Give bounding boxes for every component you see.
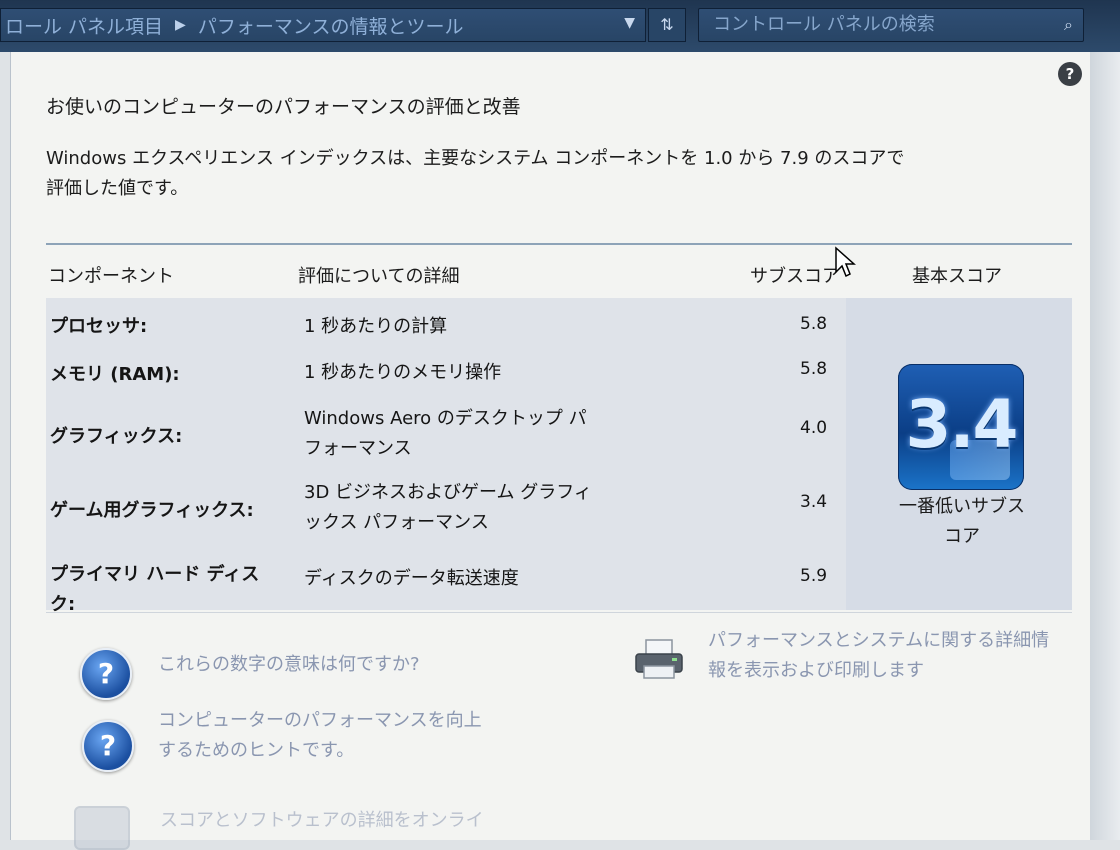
link-performance-tips[interactable]: コンピューターのパフォーマンスを向上 するためのヒントです。 [158,706,482,766]
description-line: Windows エクスペリエンス インデックスは、主要なシステム コンポーネント… [46,148,905,169]
row-score-processor: 5.8 [800,314,828,334]
column-header-detail: 評価についての詳細 [298,266,460,287]
link-what-do-numbers-mean[interactable]: これらの数字の意味は何ですか? [158,650,420,680]
base-score-caption: 一番低いサブス コア [884,492,1040,552]
row-score-memory: 5.8 [800,359,828,379]
page-description: Windows エクスペリエンス インデックスは、主要なシステム コンポーネント… [46,144,1026,204]
row-score-hard-disk: 5.9 [800,566,828,586]
row-label-memory: メモリ (RAM): [50,364,180,385]
row-label-hard-disk: プライマリ ハード ディス ク: [50,560,259,620]
row-detail-hard-disk: ディスクのデータ転送速度 [304,568,519,589]
description-line: 評価した値です。 [46,178,189,199]
breadcrumb[interactable]: ロール パネル項目 ▶ パフォーマンスの情報とツール ▼ [0,8,646,42]
row-detail-line: 3D ビジネスおよびゲーム グラフィ [304,482,592,503]
page-title: お使いのコンピューターのパフォーマンスの評価と改善 [46,96,521,118]
breadcrumb-separator-icon: ▶ [175,17,186,33]
column-header-subscore: サブスコア [750,266,840,287]
link-line: 報を表示および印刷します [708,660,924,681]
refresh-icon: ⇅ [660,15,674,34]
row-detail-memory: 1 秒あたりのメモリ操作 [304,362,502,383]
row-detail-line: Windows Aero のデスクトップ パ [304,408,587,429]
row-label-line: プライマリ ハード ディス [50,564,260,585]
search-input[interactable]: コントロール パネルの検索 ⌕ [698,8,1084,42]
chevron-down-icon[interactable]: ▼ [624,15,635,31]
row-label-line: ク: [50,594,76,615]
printer-icon[interactable] [632,636,686,684]
help-icon[interactable]: ? [1058,62,1082,86]
row-label-graphics: グラフィックス: [50,426,183,447]
window-edge [1090,52,1120,840]
header-divider [46,243,1072,245]
address-bar: ロール パネル項目 ▶ パフォーマンスの情報とツール ▼ ⇅ コントロール パネ… [0,0,1120,52]
row-detail-line: フォーマンス [304,438,412,459]
base-score-tile: 3.4 [898,364,1024,490]
search-icon[interactable]: ⌕ [1064,9,1073,41]
row-detail-gaming-graphics: 3D ビジネスおよびゲーム グラフィ ックス パフォーマンス [304,478,634,538]
breadcrumb-item-performance[interactable]: パフォーマンスの情報とツール [198,12,464,39]
base-score-caption-line: コア [944,526,980,547]
link-scores-software-online[interactable]: スコアとソフトウェアの詳細をオンライ [160,806,484,836]
refresh-button[interactable]: ⇅ [648,8,686,42]
row-label-processor: プロセッサ: [50,316,148,337]
row-detail-processor: 1 秒あたりの計算 [304,316,448,337]
search-placeholder: コントロール パネルの検索 [713,14,935,35]
link-line: するためのヒントです。 [158,740,355,761]
link-line: コンピューターのパフォーマンスを向上 [158,710,482,731]
mouse-cursor-icon [835,246,856,278]
row-detail-graphics: Windows Aero のデスクトップ パ フォーマンス [304,404,634,464]
column-header-component: コンポーネント [48,266,174,287]
help-question-icon[interactable]: ? [80,648,132,700]
column-header-basescore: 基本スコア [912,266,1002,287]
row-detail-line: ックス パフォーマンス [304,512,489,533]
row-score-graphics: 4.0 [800,418,828,438]
help-question-icon[interactable]: ? [82,720,134,772]
links-divider [46,612,1072,613]
row-label-gaming-graphics: ゲーム用グラフィックス: [50,500,254,521]
software-box-icon[interactable] [74,806,130,850]
base-score-caption-line: 一番低いサブス [899,496,1025,517]
base-score-value: 3.4 [905,386,1019,463]
link-line: パフォーマンスとシステムに関する詳細情 [708,630,1050,651]
row-score-gaming-graphics: 3.4 [800,492,828,512]
link-detailed-info-print[interactable]: パフォーマンスとシステムに関する詳細情 報を表示および印刷します [708,626,1049,686]
breadcrumb-item-control-panel[interactable]: ロール パネル項目 [5,12,163,39]
